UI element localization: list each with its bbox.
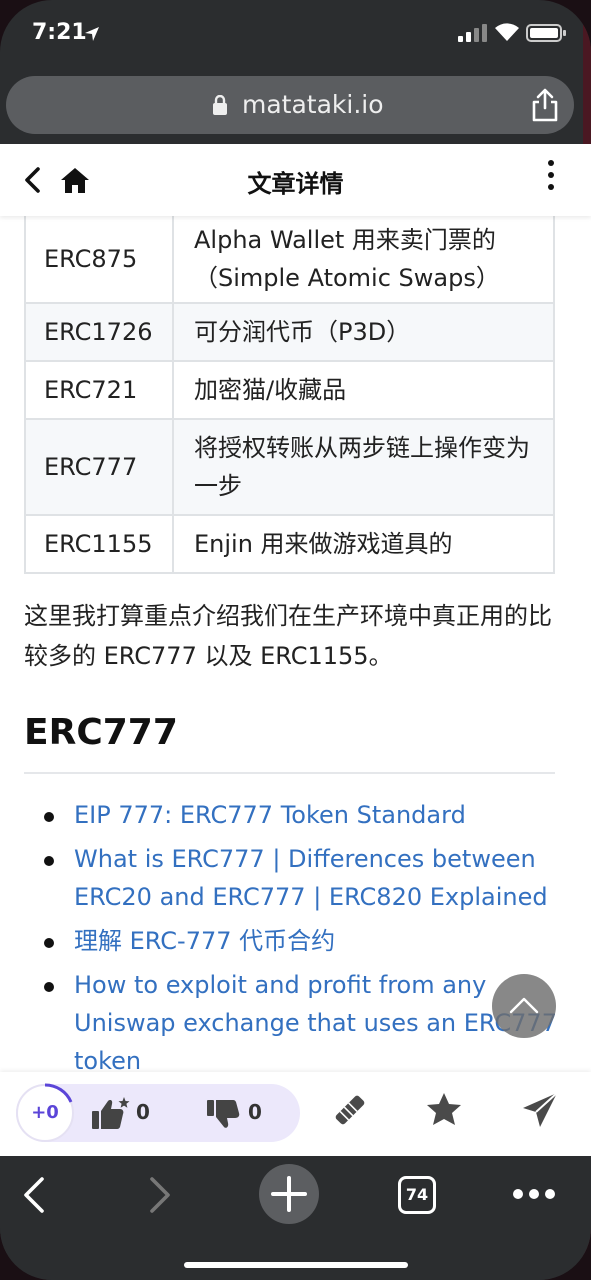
erc-standards-table: ERC875 Alpha Wallet 用来卖门票的（Simple Atomic… [24, 214, 555, 574]
chevron-up-icon [509, 997, 539, 1014]
table-row: ERC721 加密猫/收藏品 [24, 360, 555, 420]
list-item-link[interactable]: What is ERC777 | Differences between ERC… [24, 840, 564, 916]
bullet [44, 982, 54, 992]
link-text[interactable]: EIP 777: ERC777 Token Standard [74, 801, 466, 829]
send-icon[interactable] [520, 1090, 560, 1130]
browser-toolbar: 74 [0, 1156, 591, 1280]
home-indicator [184, 1262, 408, 1268]
scroll-to-top-button[interactable] [492, 974, 556, 1038]
thumbs-down-icon[interactable] [206, 1099, 242, 1131]
like-count: 0 [136, 1100, 150, 1124]
bullet [44, 856, 54, 866]
table-row: ERC1155 Enjin 用来做游戏道具的 [24, 514, 555, 574]
phone-screen: 7:21 matataki.io 文章详情 ERC875 Alpha Walle… [0, 0, 591, 1280]
web-page: 文章详情 ERC875 Alpha Wallet 用来卖门票的（Simple A… [0, 144, 591, 1156]
thumbs-up-icon[interactable] [90, 1097, 130, 1131]
page-title: 文章详情 [247, 170, 344, 198]
cellular-signal-icon [458, 24, 488, 42]
app-header: 文章详情 [0, 144, 591, 216]
link-text[interactable]: What is ERC777 | Differences between ERC… [74, 845, 548, 911]
table-cell-code: ERC1726 [24, 302, 174, 362]
table-row: ERC777 将授权转账从两步链上操作变为一步 [24, 418, 555, 516]
list-item-link[interactable]: How to exploit and profit from any Unisw… [24, 966, 564, 1080]
share-icon[interactable] [530, 88, 560, 122]
browser-forward-icon[interactable] [146, 1176, 174, 1214]
table-cell-desc: Alpha Wallet 用来卖门票的（Simple Atomic Swaps） [172, 214, 555, 304]
table-cell-desc: 将授权转账从两步链上操作变为一步 [172, 418, 555, 516]
vote-panel: +0 0 0 [16, 1083, 300, 1142]
browser-back-icon[interactable] [20, 1176, 48, 1214]
article-paragraph: 这里我打算重点介绍我们在生产环境中真正用的比较多的 ERC777 以及 ERC1… [24, 602, 552, 670]
score-progress-ring [44, 1083, 73, 1103]
status-bar: 7:21 [0, 0, 591, 68]
handshake-icon[interactable] [330, 1090, 370, 1130]
status-time: 7:21 [32, 20, 87, 45]
bullet [44, 938, 54, 948]
table-cell-code: ERC777 [24, 418, 174, 516]
new-tab-button[interactable] [259, 1164, 319, 1224]
section-heading: ERC777 [24, 712, 178, 753]
dislike-count: 0 [248, 1100, 262, 1124]
plus-icon [271, 1176, 307, 1212]
battery-icon [526, 24, 566, 42]
more-menu-icon[interactable] [512, 1188, 556, 1200]
lock-icon [213, 95, 227, 115]
link-text[interactable]: 理解 ERC-777 代币合约 [74, 927, 335, 955]
table-cell-code: ERC721 [24, 360, 174, 420]
table-cell-code: ERC875 [24, 214, 174, 304]
table-cell-desc: Enjin 用来做游戏道具的 [172, 514, 555, 574]
location-arrow-icon [85, 27, 99, 41]
table-row: ERC875 Alpha Wallet 用来卖门票的（Simple Atomic… [24, 214, 555, 304]
table-cell-desc: 加密猫/收藏品 [172, 360, 555, 420]
list-item-link[interactable]: 理解 ERC-777 代币合约 [24, 922, 564, 960]
wifi-icon [495, 23, 519, 41]
heading-divider [24, 772, 555, 774]
tab-count-button[interactable]: 74 [398, 1176, 436, 1214]
url-domain: matataki.io [242, 90, 384, 119]
list-item-link[interactable]: EIP 777: ERC777 Token Standard [24, 796, 564, 834]
address-bar[interactable]: matataki.io [6, 76, 574, 134]
table-cell-desc: 可分润代币（P3D） [172, 302, 555, 362]
more-options-icon[interactable] [546, 160, 556, 196]
reference-link-list: EIP 777: ERC777 Token Standard What is E… [24, 796, 564, 1086]
table-cell-code: ERC1155 [24, 514, 174, 574]
article-action-bar: +0 0 0 [0, 1072, 591, 1156]
bullet [44, 812, 54, 822]
star-icon[interactable] [424, 1090, 464, 1130]
table-row: ERC1726 可分润代币（P3D） [24, 302, 555, 362]
link-text[interactable]: How to exploit and profit from any Unisw… [74, 971, 557, 1075]
